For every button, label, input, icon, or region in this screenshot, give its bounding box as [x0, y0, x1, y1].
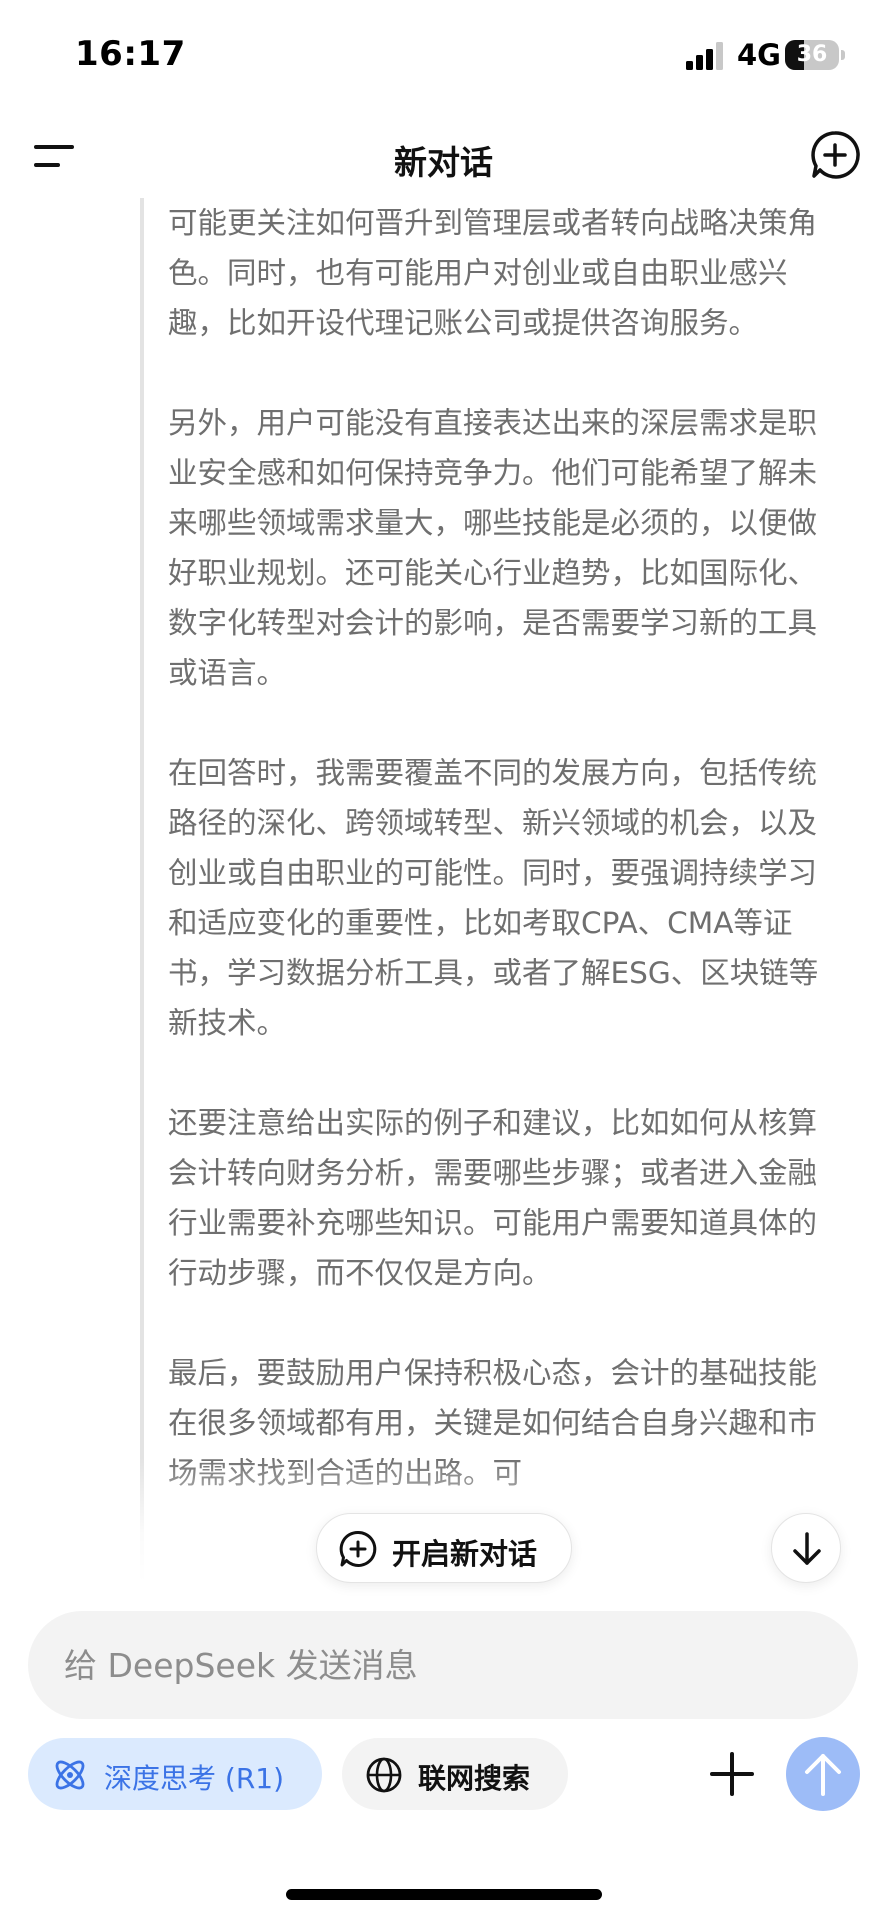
plus-icon[interactable] — [708, 1750, 756, 1798]
new-chat-icon — [339, 1530, 377, 1567]
thinking-quote-bar — [140, 198, 144, 1583]
network-type: 4G — [737, 38, 781, 72]
page-title: 新对话 — [394, 143, 493, 182]
battery-icon: 36 — [785, 40, 845, 70]
thinking-paragraph: 还要注意给出实际的例子和建议，比如如何从核算会计转向财务分析，需要哪些步骤；或者… — [168, 1106, 818, 1290]
deep-think-label: 深度思考 (R1) — [104, 1762, 285, 1795]
arrow-down-icon — [793, 1532, 821, 1565]
battery-percent: 36 — [796, 42, 828, 67]
atom-icon — [55, 1760, 85, 1790]
deep-think-toggle[interactable]: 深度思考 (R1) — [28, 1738, 322, 1810]
arrow-up-icon — [805, 1754, 841, 1796]
web-search-toggle[interactable]: 联网搜索 — [342, 1738, 568, 1810]
send-button[interactable] — [786, 1737, 860, 1811]
thinking-paragraph: 在回答时，我需要覆盖不同的发展方向，包括传统路径的深化、跨领域转型、新兴领域的机… — [168, 756, 819, 1040]
status-time: 16:17 — [75, 34, 186, 74]
top-nav: 新对话 — [0, 118, 887, 198]
scroll-down-button[interactable] — [771, 1513, 841, 1583]
status-bar: 16:17 4G 36 — [0, 0, 887, 110]
thinking-text: 可能更关注如何晋升到管理层或者转向战略决策角色。同时，也有可能用户对创业或自由职… — [168, 198, 828, 1548]
home-indicator — [286, 1889, 602, 1900]
chat-content[interactable]: 可能更关注如何晋升到管理层或者转向战略决策角色。同时，也有可能用户对创业或自由职… — [0, 198, 887, 1583]
message-input[interactable] — [28, 1611, 858, 1719]
web-search-label: 联网搜索 — [418, 1762, 531, 1795]
globe-icon — [366, 1757, 402, 1793]
new-chat-button[interactable]: 开启新对话 — [316, 1513, 572, 1583]
thinking-paragraph: 另外，用户可能没有直接表达出来的深层需求是职业安全感和如何保持竞争力。他们可能希… — [168, 406, 818, 690]
thinking-paragraph: 可能更关注如何晋升到管理层或者转向战略决策角色。同时，也有可能用户对创业或自由职… — [168, 206, 818, 340]
chat-screen: 16:17 4G 36 新对话 可能更关注如何晋升到管理层或者转向战略决策角色。… — [0, 0, 887, 1920]
signal-icon — [686, 42, 723, 70]
new-chat-icon[interactable] — [810, 130, 860, 180]
new-chat-label: 开启新对话 — [392, 1537, 538, 1571]
